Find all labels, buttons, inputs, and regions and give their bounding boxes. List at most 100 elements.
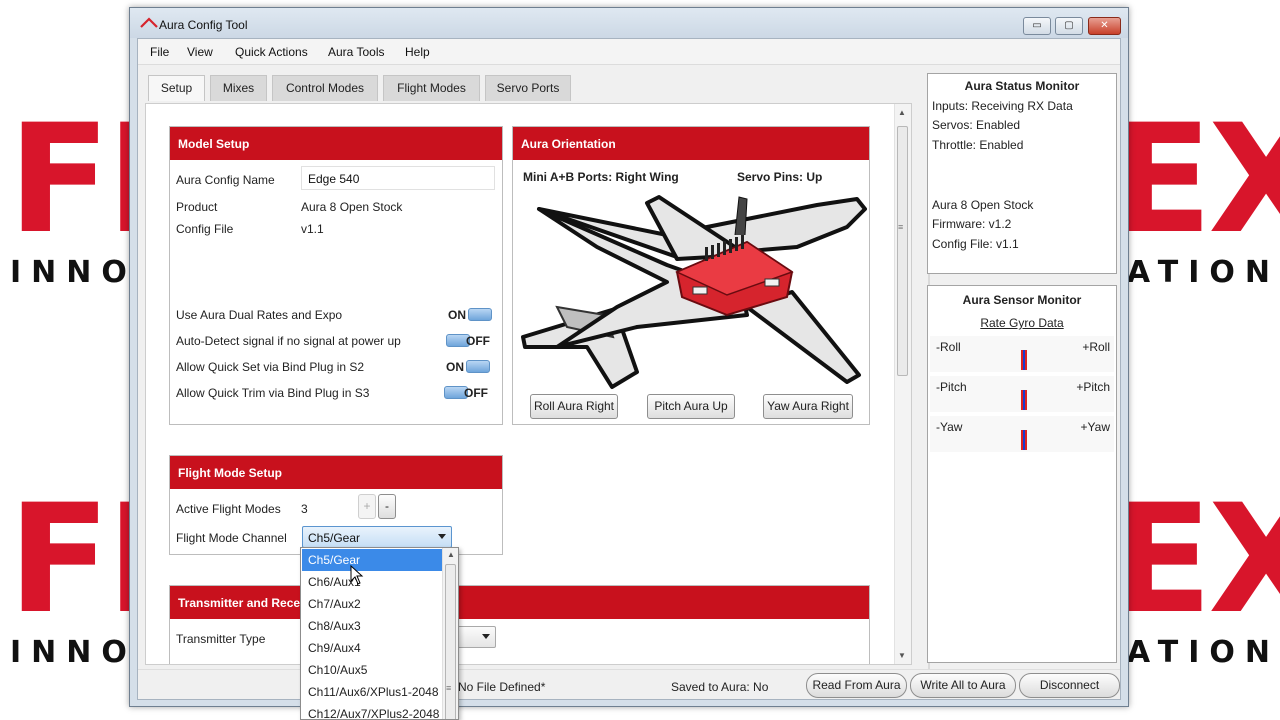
title-bar[interactable]: Aura Config Tool ▭ ▢ ✕ — [130, 8, 1128, 38]
status-line: Inputs: Receiving RX Data — [932, 99, 1073, 113]
config-name-input[interactable]: Edge 540 — [301, 166, 495, 190]
scroll-down-icon[interactable]: ▼ — [898, 651, 906, 660]
right-wing-shape — [745, 290, 861, 384]
transmitter-section: Transmitter and Receiver Transmitter Typ… — [169, 585, 870, 664]
gyro-pos-label: +Pitch — [1076, 380, 1110, 394]
rate-gyro-subtitle: Rate Gyro Data — [980, 316, 1064, 330]
scroll-grip-icon: ≡ — [446, 683, 452, 693]
menu-help[interactable]: Help — [405, 45, 430, 59]
transmitter-header: Transmitter and Receiver — [170, 586, 869, 619]
flight-mode-channel-dropdown: Ch5/Gear Ch6/Aux1 Ch7/Aux2 Ch8/Aux3 Ch9/… — [300, 547, 459, 720]
menu-quick-actions[interactable]: Quick Actions — [235, 45, 308, 59]
menu-view[interactable]: View — [187, 45, 213, 59]
logo-letters-right: EX — [1109, 473, 1280, 647]
dropdown-scroll-thumb[interactable] — [445, 564, 456, 719]
client-area: File View Quick Actions Aura Tools Help … — [137, 38, 1121, 700]
gyro-neg-label: -Pitch — [936, 380, 967, 394]
pitch-aura-up-button[interactable]: Pitch Aura Up — [647, 394, 735, 419]
gyro-pos-label: +Roll — [1082, 340, 1110, 354]
increase-flight-modes-button[interactable]: + — [358, 494, 376, 519]
sensor-monitor-panel: Aura Sensor Monitor Rate Gyro Data -Roll… — [927, 285, 1117, 663]
mouse-cursor-icon — [350, 565, 364, 585]
active-flight-modes-value: 3 — [301, 502, 308, 516]
status-monitor-title: Aura Status Monitor — [964, 79, 1080, 93]
option-label: Auto-Detect signal if no signal at power… — [176, 334, 401, 348]
tab-servo-ports[interactable]: Servo Ports — [485, 75, 571, 101]
tab-control-modes[interactable]: Control Modes — [272, 75, 378, 101]
decrease-flight-modes-button[interactable]: - — [378, 494, 396, 519]
dropdown-option[interactable]: Ch12/Aux7/XPlus2-2048 — [302, 703, 442, 719]
scroll-up-icon[interactable]: ▲ — [898, 108, 906, 117]
transmitter-type-label: Transmitter Type — [176, 632, 266, 646]
tab-setup[interactable]: Setup — [148, 75, 205, 101]
disconnect-button[interactable]: Disconnect — [1019, 673, 1120, 698]
bind-plug-shape — [734, 196, 748, 236]
dropdown-option[interactable]: Ch5/Gear — [302, 549, 442, 571]
sensor-monitor-title: Aura Sensor Monitor — [962, 293, 1082, 307]
status-monitor-panel: Aura Status Monitor Inputs: Receiving RX… — [927, 73, 1117, 274]
chevron-down-icon — [482, 634, 490, 639]
product-label: Product — [176, 200, 218, 214]
dropdown-option[interactable]: Ch8/Aux3 — [302, 615, 442, 637]
config-file-value: v1.1 — [301, 222, 324, 236]
toggle-state: ON — [448, 308, 466, 322]
roll-aura-right-button[interactable]: Roll Aura Right — [530, 394, 618, 419]
active-flight-modes-label: Active Flight Modes — [176, 502, 281, 516]
dropdown-scrollbar[interactable]: ▲ ≡ — [442, 548, 458, 719]
product-value: Aura 8 Open Stock — [301, 200, 403, 214]
menu-aura-tools[interactable]: Aura Tools — [328, 45, 384, 59]
toggle-state: OFF — [466, 334, 490, 348]
gyro-pos-label: +Yaw — [1080, 420, 1110, 434]
airplane-illustration — [521, 195, 867, 389]
config-name-label: Aura Config Name — [176, 173, 275, 187]
app-window: Aura Config Tool ▭ ▢ ✕ File View Quick A… — [129, 7, 1129, 707]
maximize-button[interactable]: ▢ — [1055, 17, 1083, 35]
config-file-label: Config File — [176, 222, 234, 236]
setup-panel: Model Setup Aura Config Name Edge 540 Pr… — [145, 103, 912, 665]
close-button[interactable]: ✕ — [1088, 17, 1121, 35]
port-b-shape — [692, 286, 708, 295]
flight-mode-channel-value: Ch5/Gear — [308, 531, 361, 545]
dropdown-option[interactable]: Ch10/Aux5 — [302, 659, 442, 681]
option-label: Allow Quick Trim via Bind Plug in S3 — [176, 386, 370, 400]
gyro-roll-row: -Roll +Roll — [930, 336, 1114, 372]
flight-mode-channel-select[interactable]: Ch5/Gear — [302, 526, 452, 548]
gyro-neg-label: -Roll — [936, 340, 961, 354]
dual-rates-toggle[interactable]: ON — [444, 306, 494, 323]
port-a-shape — [764, 278, 780, 287]
scroll-thumb[interactable] — [897, 126, 908, 376]
dropdown-option[interactable]: Ch7/Aux2 — [302, 593, 442, 615]
logo-letters-right: EX — [1109, 93, 1280, 267]
chevron-down-icon — [438, 534, 446, 539]
status-line: Throttle: Enabled — [932, 138, 1024, 152]
model-setup-header: Model Setup — [170, 127, 502, 160]
auto-detect-toggle[interactable]: OFF — [444, 332, 494, 349]
dropdown-option[interactable]: Ch9/Aux4 — [302, 637, 442, 659]
dropdown-option[interactable]: Ch6/Aux1 — [302, 571, 442, 593]
status-bar: No File Defined* Saved to Aura: No Read … — [138, 669, 1120, 699]
read-from-aura-button[interactable]: Read From Aura — [806, 673, 907, 698]
write-all-to-aura-button[interactable]: Write All to Aura — [910, 673, 1016, 698]
quick-trim-toggle[interactable]: OFF — [442, 384, 492, 401]
tab-mixes[interactable]: Mixes — [210, 75, 267, 101]
toggle-knob — [468, 308, 492, 321]
logo-tagline-right: ATION — [1126, 635, 1280, 670]
dropdown-option[interactable]: Ch11/Aux6/XPlus1-2048 — [302, 681, 442, 703]
gyro-yaw-indicator — [1021, 430, 1027, 450]
toggle-state: OFF — [464, 386, 488, 400]
gyro-neg-label: -Yaw — [936, 420, 963, 434]
tab-flight-modes[interactable]: Flight Modes — [383, 75, 480, 101]
status-line: Servos: Enabled — [932, 118, 1021, 132]
gyro-yaw-row: -Yaw +Yaw — [930, 416, 1114, 452]
minimize-button[interactable]: ▭ — [1023, 17, 1051, 35]
setup-scrollbar[interactable]: ▲ ≡ ▼ — [894, 104, 911, 664]
menu-bar: File View Quick Actions Aura Tools Help — [138, 39, 1120, 65]
quick-set-toggle[interactable]: ON — [442, 358, 492, 375]
menu-file[interactable]: File — [150, 45, 169, 59]
toggle-knob — [466, 360, 490, 373]
option-label: Allow Quick Set via Bind Plug in S2 — [176, 360, 365, 374]
yaw-aura-right-button[interactable]: Yaw Aura Right — [763, 394, 853, 419]
scroll-up-icon[interactable]: ▲ — [447, 550, 455, 559]
saved-status-text: Saved to Aura: No — [671, 680, 769, 694]
logo-tagline-left: INNO — [10, 255, 137, 290]
